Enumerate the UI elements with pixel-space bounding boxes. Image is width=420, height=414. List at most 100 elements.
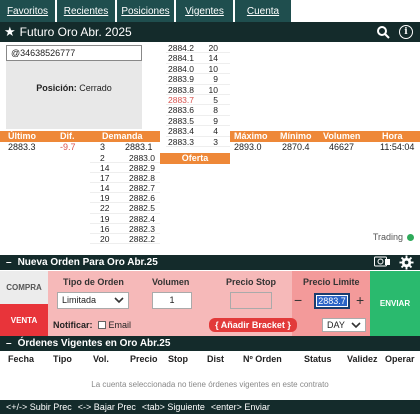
gear-icon[interactable] [399, 255, 414, 270]
status-dot-icon [407, 233, 414, 241]
quote-values-left: 2883.3 -9.7 3 2883.1 [0, 142, 160, 153]
value-demanda-price[interactable]: 2883.1 [125, 142, 153, 153]
offer-row[interactable]: 2884.2 20 [166, 43, 230, 54]
offer-row[interactable]: 2883.7 5 [166, 94, 230, 106]
time-in-force-select[interactable]: DAY [322, 318, 366, 332]
open-orders-columns: Fecha Tipo Vol. Precio Stop Dist Nº Orde… [0, 351, 420, 366]
bid-qty: 2 [100, 153, 105, 163]
offer-qty: 10 [208, 84, 218, 95]
bid-row[interactable]: 22 2882.5 [90, 203, 160, 214]
col-precio[interactable]: Precio [130, 354, 158, 364]
value-demanda-qty[interactable]: 3 [100, 142, 105, 153]
offer-row[interactable]: 2883.4 4 [166, 126, 230, 137]
tab-favoritos[interactable]: Favoritos [0, 0, 56, 22]
send-button[interactable]: ENVIAR [370, 271, 420, 336]
bid-qty: 19 [100, 213, 110, 224]
offer-row[interactable]: 2883.6 8 [166, 105, 230, 116]
chevron-down-icon [114, 297, 124, 304]
header-hora: Hora [382, 131, 403, 141]
bid-qty: 16 [100, 223, 110, 234]
col-stop[interactable]: Stop [168, 354, 188, 364]
col-tipo[interactable]: Tipo [53, 354, 72, 364]
col-vol[interactable]: Vol. [93, 354, 109, 364]
col-status[interactable]: Status [304, 354, 332, 364]
header-maximo: Máximo [234, 131, 268, 141]
offer-qty: 9 [213, 74, 218, 85]
volume-input[interactable]: 1 [152, 292, 192, 309]
limit-price-input[interactable]: 2883.7 [314, 293, 350, 309]
trading-status: Trading [373, 232, 414, 242]
col-operar[interactable]: Operar [385, 354, 415, 364]
offer-row[interactable]: 2884.1 14 [166, 53, 230, 64]
offer-qty: 20 [208, 43, 218, 53]
bid-price: 2882.5 [129, 203, 155, 214]
tab-posiciones[interactable]: Posiciones [117, 0, 175, 22]
collapse-icon[interactable]: – [6, 257, 12, 268]
offer-row[interactable]: 2883.8 10 [166, 85, 230, 95]
star-icon[interactable]: ★ [4, 24, 16, 40]
bid-qty: 14 [100, 183, 110, 194]
tab-vigentes[interactable]: Vigentes [176, 0, 234, 22]
hint-subir: <+/-> Subir Prec [6, 402, 72, 412]
bid-row[interactable]: 17 2882.8 [90, 173, 160, 184]
plus-icon[interactable]: + [356, 293, 364, 307]
minus-icon[interactable]: − [294, 293, 302, 307]
header-oferta: Oferta [160, 153, 230, 164]
offer-price: 2884.0 [168, 63, 194, 74]
position-status: Posición: Cerrado [36, 83, 112, 93]
tab-cuenta[interactable]: Cuenta [235, 0, 292, 22]
offer-row[interactable]: 2884.0 10 [166, 63, 230, 75]
bid-row[interactable]: 14 2882.9 [90, 163, 160, 174]
offer-qty: 9 [213, 115, 218, 126]
bid-row[interactable]: 14 2882.7 [90, 183, 160, 194]
bid-qty: 19 [100, 193, 110, 204]
offer-price: 2883.5 [168, 115, 194, 126]
email-checkbox[interactable] [97, 321, 106, 329]
offer-row[interactable]: 2883.5 9 [166, 115, 230, 127]
order-type-select[interactable]: Limitada [57, 292, 129, 309]
bid-row[interactable]: 2 2883.0 [90, 153, 160, 164]
currency-icon[interactable] [374, 256, 390, 268]
col-orden[interactable]: Nº Orden [243, 354, 282, 364]
info-icon[interactable]: i [399, 25, 413, 39]
offer-price: 2883.4 [168, 126, 194, 137]
collapse-icon[interactable]: – [6, 338, 12, 349]
bid-row[interactable]: 16 2882.3 [90, 224, 160, 234]
add-bracket-button[interactable]: { Añadir Bracket } [209, 318, 297, 332]
offer-qty: 14 [208, 53, 218, 64]
bid-price: 2882.8 [129, 173, 155, 184]
account-id[interactable]: @34638526777 [6, 45, 142, 61]
value-minimo: 2870.4 [282, 142, 310, 152]
offer-qty: 8 [213, 105, 218, 116]
bid-price: 2883.0 [129, 153, 155, 163]
instrument-title-bar: ★ Futuro Oro Abr. 2025 i [0, 22, 420, 42]
bid-price: 2882.9 [129, 163, 155, 174]
offer-ladder: 2884.2 20 2884.1 14 2884.0 10 2883.9 9 2883.8 10 2… [166, 43, 230, 147]
top-nav: Favoritos Recientes Posiciones Vigentes … [0, 0, 420, 22]
col-dist[interactable]: Dist [207, 354, 224, 364]
offer-price: 2883.8 [168, 84, 194, 95]
offer-row[interactable]: 2883.9 9 [166, 74, 230, 85]
col-validez[interactable]: Validez [347, 354, 378, 364]
offer-price: 2884.2 [168, 43, 194, 53]
bid-row[interactable]: 20 2882.2 [90, 234, 160, 244]
sell-tab[interactable]: VENTA [0, 304, 48, 336]
header-minimo: Mínimo [280, 131, 312, 141]
stop-price-input[interactable] [230, 292, 272, 309]
bid-price: 2882.2 [129, 233, 155, 244]
bid-qty: 17 [100, 173, 110, 184]
offer-qty: 5 [213, 94, 218, 105]
bid-row[interactable]: 19 2882.6 [90, 193, 160, 204]
quote-values-right: 2893.0 2870.4 46627 11:54:04 [230, 142, 420, 153]
col-fecha[interactable]: Fecha [8, 354, 34, 364]
header-ultimo: Último [8, 131, 36, 141]
offer-row[interactable]: 2883.3 3 [166, 137, 230, 147]
tab-recientes[interactable]: Recientes [57, 0, 116, 22]
hint-siguiente: <tab> Siguiente [141, 402, 205, 412]
order-ticket: Tipo de Orden Limitada Volumen 1 Precio … [48, 271, 370, 336]
bid-row[interactable]: 19 2882.4 [90, 214, 160, 224]
hint-enviar: <enter> Enviar [210, 402, 270, 412]
offer-price: 2883.7 [168, 94, 194, 105]
search-icon[interactable] [376, 25, 390, 39]
buy-tab[interactable]: COMPRA [0, 271, 48, 304]
